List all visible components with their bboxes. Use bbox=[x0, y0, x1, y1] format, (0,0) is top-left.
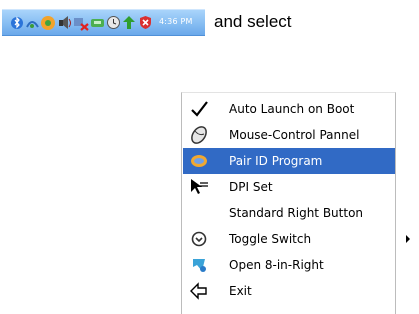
tray-clock[interactable]: 4:36 PM bbox=[159, 17, 193, 26]
security-icon[interactable] bbox=[138, 15, 153, 30]
menu-item-label: Toggle Switch bbox=[229, 232, 312, 246]
menu-item-label: Exit bbox=[229, 284, 252, 298]
pair-icon bbox=[189, 151, 209, 171]
menu-item-exit[interactable]: Exit bbox=[183, 278, 395, 304]
checkmark-icon bbox=[189, 99, 209, 119]
device-icon[interactable] bbox=[90, 15, 105, 30]
update-icon[interactable] bbox=[122, 15, 137, 30]
submenu-arrow-icon bbox=[406, 235, 410, 243]
network-icon[interactable] bbox=[25, 15, 40, 30]
menu-item-label: DPI Set bbox=[229, 180, 273, 194]
system-tray: 4:36 PM bbox=[2, 9, 205, 36]
bluetooth-icon[interactable] bbox=[10, 15, 25, 30]
menu-item-dpi-set[interactable]: DPI Set bbox=[183, 174, 395, 200]
instruction-caption: and select bbox=[214, 12, 292, 31]
volume-icon[interactable] bbox=[57, 15, 72, 30]
menu-item-auto-launch[interactable]: Auto Launch on Boot bbox=[183, 96, 395, 122]
menu-item-label: Pair ID Program bbox=[229, 154, 323, 168]
app-icon bbox=[189, 255, 209, 275]
mouse-icon bbox=[189, 125, 209, 145]
menu-item-label: Open 8-in-Right bbox=[229, 258, 324, 272]
menu-item-label: Auto Launch on Boot bbox=[229, 102, 355, 116]
menu-item-label: Standard Right Button bbox=[229, 206, 364, 220]
context-menu: Auto Launch on Boot Mouse-Control Pannel… bbox=[181, 92, 410, 314]
exit-icon bbox=[189, 281, 209, 301]
menu-item-pair-id[interactable]: Pair ID Program bbox=[183, 148, 395, 174]
menu-item-standard-right-button[interactable]: Standard Right Button bbox=[183, 200, 395, 226]
network-error-icon[interactable] bbox=[73, 15, 89, 31]
toggle-icon bbox=[189, 229, 209, 249]
menu-item-mouse-control[interactable]: Mouse-Control Pannel bbox=[183, 122, 395, 148]
clock-icon[interactable] bbox=[106, 15, 121, 30]
menu-item-open-8-in-right[interactable]: Open 8-in-Right bbox=[183, 252, 395, 278]
cursor-icon bbox=[189, 177, 209, 197]
menu-item-toggle-switch[interactable]: Toggle Switch bbox=[183, 226, 410, 252]
media-icon[interactable] bbox=[40, 15, 55, 30]
menu-item-label: Mouse-Control Pannel bbox=[229, 128, 360, 142]
